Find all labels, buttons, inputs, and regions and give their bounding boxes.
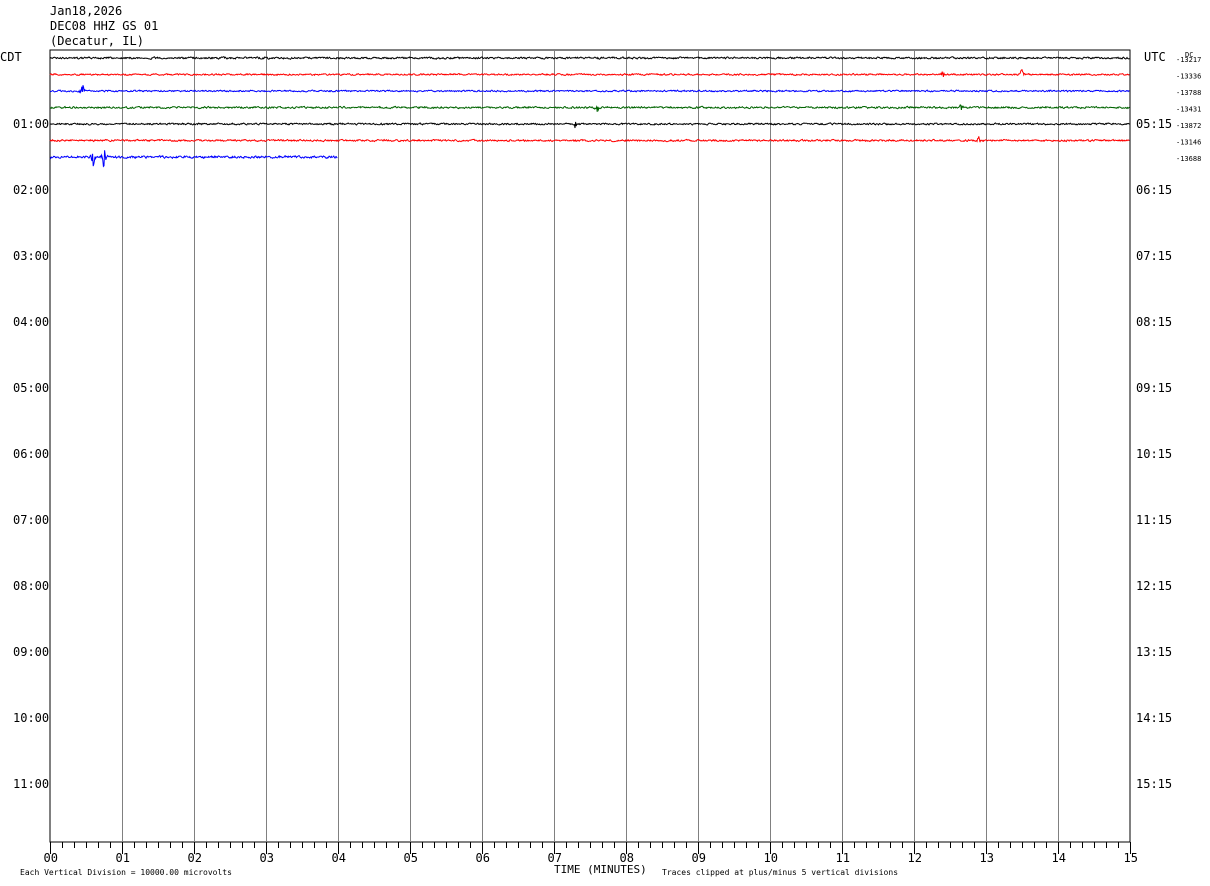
dc-offset-label: -13431 [1176, 106, 1201, 114]
grid-layer [49, 49, 1131, 854]
left-hour-label: 01:00 [13, 117, 49, 131]
left-hour-label: 09:00 [13, 645, 49, 659]
seismogram-chart: CDT UTC DC Each Vertical Division = 1000… [0, 49, 1201, 877]
right-hour-label: 09:15 [1136, 381, 1172, 395]
plot-frame [49, 49, 1131, 843]
left-hour-label: 08:00 [13, 579, 49, 593]
left-hour-label: 03:00 [13, 249, 49, 263]
left-hour-label: 05:00 [13, 381, 49, 395]
right-hour-label: 07:15 [1136, 249, 1172, 263]
scale-note: Each Vertical Division = 10000.00 microv… [20, 868, 232, 877]
dc-offset-label: -13146 [1176, 139, 1201, 147]
x-tick-label: 02 [188, 851, 202, 865]
left-hour-label: 04:00 [13, 315, 49, 329]
right-hour-label: 12:15 [1136, 579, 1172, 593]
trace-row-1 [49, 68, 1130, 77]
x-tick-label: 05 [404, 851, 418, 865]
right-hour-label: 13:15 [1136, 645, 1172, 659]
left-hour-label: 06:00 [13, 447, 49, 461]
right-hour-label: 05:15 [1136, 117, 1172, 131]
clip-note: Traces clipped at plus/minus 5 vertical … [662, 868, 898, 877]
dc-offset-label: -13788 [1176, 89, 1201, 97]
right-hour-label: 06:15 [1136, 183, 1172, 197]
x-tick-label: 07 [548, 851, 562, 865]
right-hour-label: 11:15 [1136, 513, 1172, 527]
right-hour-label: 08:15 [1136, 315, 1172, 329]
left-hour-label: 07:00 [13, 513, 49, 527]
trace-row-0 [49, 56, 1130, 60]
dc-offset-label: -13688 [1176, 155, 1201, 163]
x-tick-label: 01 [116, 851, 130, 865]
x-tick-label: 00 [44, 851, 58, 865]
x-tick-label: 06 [476, 851, 490, 865]
right-hour-label: 14:15 [1136, 711, 1172, 725]
trace-row-5 [49, 136, 1130, 143]
left-hour-label: 11:00 [13, 777, 49, 791]
trace-row-4 [49, 121, 1130, 129]
x-tick-label: 09 [692, 851, 706, 865]
x-tick-label: 04 [332, 851, 346, 865]
left-hour-label: 02:00 [13, 183, 49, 197]
label-layer: CDT UTC DC Each Vertical Division = 1000… [0, 50, 1201, 877]
x-tick-label: 03 [260, 851, 274, 865]
right-hour-label: 15:15 [1136, 777, 1172, 791]
x-tick-label: 13 [980, 851, 994, 865]
dc-offset-label: -13217 [1176, 56, 1201, 64]
trace-row-6 [49, 150, 338, 168]
dc-offset-label: -13872 [1176, 122, 1201, 130]
trace-row-3 [49, 103, 1130, 112]
dc-offset-label: -13336 [1176, 73, 1201, 81]
right-hour-label: 10:15 [1136, 447, 1172, 461]
x-tick-label: 12 [908, 851, 922, 865]
left-timezone-label: CDT [0, 50, 22, 64]
x-tick-label: 11 [836, 851, 850, 865]
trace-row-2 [49, 85, 1130, 94]
trace-layer [49, 56, 1130, 168]
x-tick-label: 08 [620, 851, 634, 865]
right-timezone-label: UTC [1144, 50, 1166, 64]
x-tick-label: 15 [1124, 851, 1138, 865]
x-tick-label: 14 [1052, 851, 1066, 865]
x-tick-label: 10 [764, 851, 778, 865]
left-hour-label: 10:00 [13, 711, 49, 725]
